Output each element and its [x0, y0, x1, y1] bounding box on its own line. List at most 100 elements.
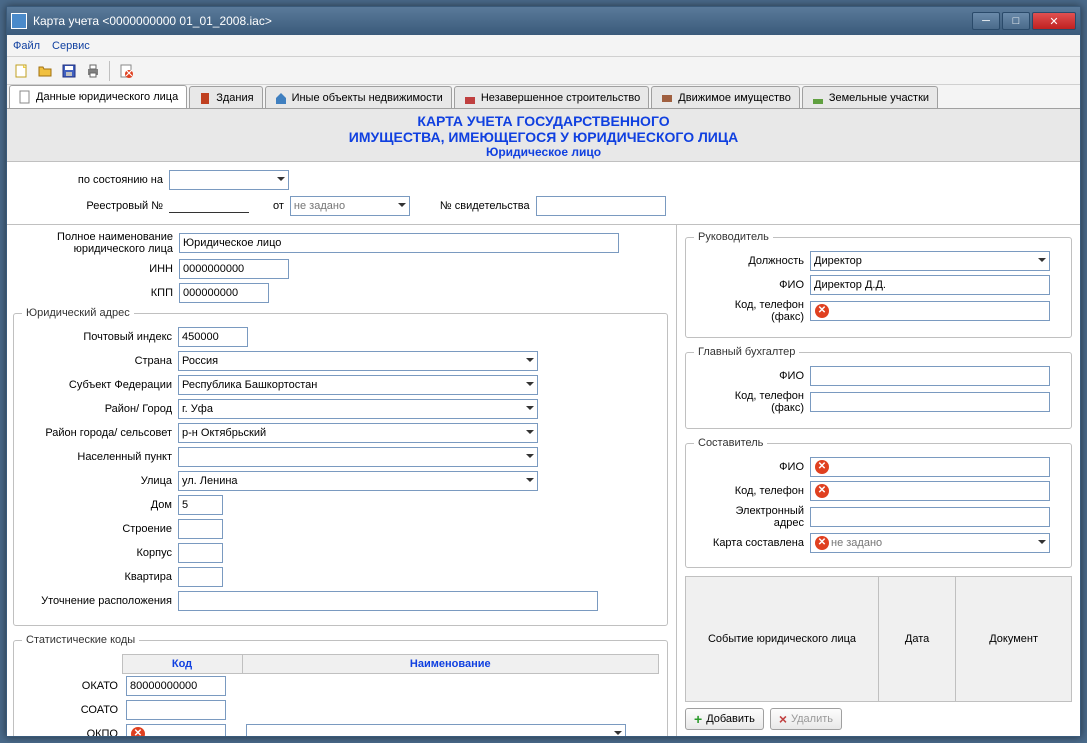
head-phone-input[interactable] [810, 301, 1050, 321]
compiler-date-label: Карта составлена [694, 537, 804, 549]
events-col-doc[interactable]: Документ [956, 577, 1072, 702]
address-legend: Юридический адрес [22, 307, 134, 319]
compiler-fio-input[interactable] [810, 457, 1050, 477]
building-input[interactable] [178, 519, 223, 539]
subject-label: Субъект Федерации [22, 379, 172, 391]
error-icon: ✕ [815, 460, 829, 474]
menu-service[interactable]: Сервис [52, 40, 90, 52]
city-select[interactable] [178, 399, 538, 419]
subject-select[interactable] [178, 375, 538, 395]
tab-entity-data[interactable]: Данные юридического лица [9, 85, 187, 108]
zip-input[interactable] [178, 327, 248, 347]
cert-input[interactable] [536, 196, 666, 216]
construction-icon [463, 91, 477, 105]
coato-label: СОАТО [22, 698, 122, 722]
events-col-date[interactable]: Дата [879, 577, 956, 702]
tab-bar: Данные юридического лица Здания Иные объ… [7, 85, 1080, 109]
document-icon [18, 90, 32, 104]
menu-file[interactable]: Файл [13, 40, 40, 52]
maximize-button[interactable]: □ [1002, 12, 1030, 30]
compiler-email-label: Электронныйадрес [694, 505, 804, 529]
country-select[interactable] [178, 351, 538, 371]
acct-phone-input[interactable] [810, 392, 1050, 412]
compiler-fio-label: ФИО [694, 461, 804, 473]
compiler-date-input[interactable] [810, 533, 1050, 553]
save-icon[interactable] [59, 61, 79, 81]
delete-button[interactable]: ×Удалить [770, 708, 842, 730]
kpp-label: КПП [13, 287, 173, 299]
house-icon [274, 91, 288, 105]
acct-phone-label: Код, телефон(факс) [694, 390, 804, 414]
events-col-event[interactable]: Событие юридического лица [686, 577, 879, 702]
from-date-input[interactable] [290, 196, 410, 216]
stat-code-header: Код [122, 655, 242, 674]
add-button[interactable]: +Добавить [685, 708, 764, 730]
app-icon [11, 13, 27, 29]
head-phone-label: Код, телефон(факс) [694, 299, 804, 323]
zip-label: Почтовый индекс [22, 331, 172, 343]
head-pos-select[interactable] [810, 251, 1050, 271]
right-pane: Руководитель Должность ФИО Код, телефон(… [677, 225, 1080, 736]
street-label: Улица [22, 475, 172, 487]
error-icon: ✕ [131, 727, 145, 736]
city-label: Район/ Город [22, 403, 172, 415]
clarify-input[interactable] [178, 591, 598, 611]
korpus-input[interactable] [178, 543, 223, 563]
banner-line2: ИМУЩЕСТВА, ИМЕЮЩЕГОСЯ У ЮРИДИЧЕСКОГО ЛИЦ… [7, 129, 1080, 145]
tab-movable[interactable]: Движимое имущество [651, 86, 800, 108]
compiler-legend: Составитель [694, 437, 767, 449]
acct-legend: Главный бухгалтер [694, 346, 799, 358]
korpus-label: Корпус [22, 547, 172, 559]
okato-code-input[interactable] [126, 676, 226, 696]
country-label: Страна [22, 355, 172, 367]
apartment-input[interactable] [178, 567, 223, 587]
minus-icon: × [779, 711, 787, 727]
tab-other-realty[interactable]: Иные объекты недвижимости [265, 86, 452, 108]
district-select[interactable] [178, 423, 538, 443]
banner-line1: КАРТА УЧЕТА ГОСУДАРСТВЕННОГО [7, 113, 1080, 129]
events-table: Событие юридического лица Дата Документ [685, 576, 1072, 702]
settlement-select[interactable] [178, 447, 538, 467]
asof-label: по состоянию на [23, 174, 163, 186]
cert-label: № свидетельства [440, 200, 530, 212]
tab-unfinished[interactable]: Незавершенное строительство [454, 86, 649, 108]
asof-date-input[interactable] [169, 170, 289, 190]
accountant-group: Главный бухгалтер ФИО Код, телефон(факс) [685, 346, 1072, 429]
inn-input[interactable] [179, 259, 289, 279]
stat-codes-group: Статистические коды Код Наименование ОКА… [13, 634, 668, 736]
inn-label: ИНН [13, 263, 173, 275]
fullname-label: Полное наименование юридического лица [13, 231, 173, 255]
street-select[interactable] [178, 471, 538, 491]
compiler-email-input[interactable] [810, 507, 1050, 527]
svg-text:✕: ✕ [124, 68, 133, 79]
stat-name-header: Наименование [242, 655, 659, 674]
print-icon[interactable] [83, 61, 103, 81]
error-icon: ✕ [815, 304, 829, 318]
head-group: Руководитель Должность ФИО Код, телефон(… [685, 231, 1072, 338]
new-icon[interactable] [11, 61, 31, 81]
close-button[interactable]: ✕ [1032, 12, 1076, 30]
minimize-button[interactable]: ─ [972, 12, 1000, 30]
stat-legend: Статистические коды [22, 634, 139, 646]
tab-land[interactable]: Земельные участки [802, 86, 938, 108]
settlement-label: Населенный пункт [22, 451, 172, 463]
house-input[interactable] [178, 495, 223, 515]
banner: КАРТА УЧЕТА ГОСУДАРСТВЕННОГО ИМУЩЕСТВА, … [7, 109, 1080, 162]
compiler-phone-label: Код, телефон [694, 485, 804, 497]
clarify-label: Уточнение расположения [22, 595, 172, 607]
compiler-phone-input[interactable] [810, 481, 1050, 501]
regnum-input[interactable] [169, 200, 249, 213]
okpo-name-select[interactable] [246, 724, 626, 736]
fullname-input[interactable] [179, 233, 619, 253]
validate-icon[interactable]: ✕ [116, 61, 136, 81]
coato-code-input[interactable] [126, 700, 226, 720]
head-fio-input[interactable] [810, 275, 1050, 295]
head-fio-label: ФИО [694, 279, 804, 291]
window-title: Карта учета <0000000000 01_01_2008.iac> [33, 14, 972, 28]
head-legend: Руководитель [694, 231, 773, 243]
kpp-input[interactable] [179, 283, 269, 303]
tab-buildings[interactable]: Здания [189, 86, 262, 108]
open-icon[interactable] [35, 61, 55, 81]
acct-fio-input[interactable] [810, 366, 1050, 386]
movable-icon [660, 91, 674, 105]
